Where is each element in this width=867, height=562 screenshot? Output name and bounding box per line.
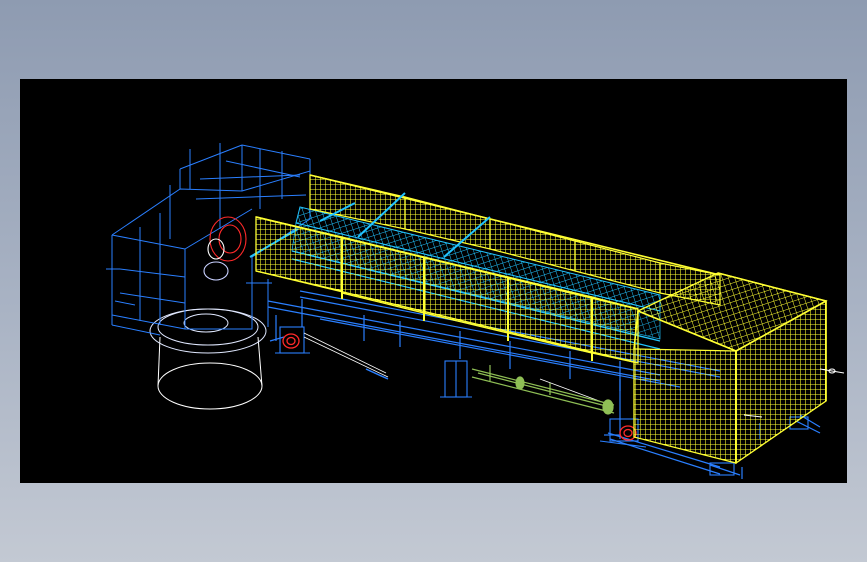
round-tank bbox=[149, 308, 267, 410]
end-enclosure-guard bbox=[633, 272, 828, 465]
cad-wireframe-drawing bbox=[106, 143, 845, 479]
cad-viewport[interactable] bbox=[20, 79, 847, 483]
red-drive-wheel bbox=[203, 216, 247, 281]
hydraulic-cylinder bbox=[471, 365, 615, 415]
guide-rod bbox=[365, 368, 389, 380]
